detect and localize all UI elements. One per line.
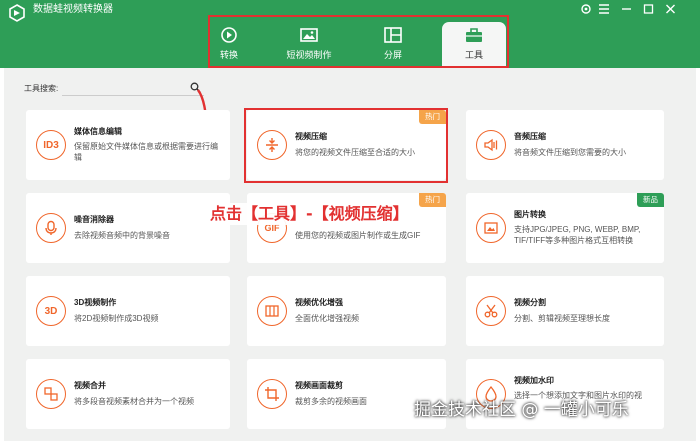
search-label: 工具搜索:: [24, 84, 59, 93]
tool-desc: 将多段音视频素材合并为一个视频: [74, 397, 194, 406]
menu-button[interactable]: [596, 2, 612, 16]
crop-icon: [257, 379, 287, 409]
menu-icon: [599, 4, 609, 14]
tool-title: 噪音消除器: [74, 215, 114, 224]
tool-card-media-info[interactable]: ID3 媒体信息编辑 保留原始文件媒体信息或根据需要进行编辑: [26, 110, 230, 180]
tool-title: 视频加水印: [514, 376, 554, 385]
tool-desc: 全面优化增强视频: [295, 314, 359, 323]
close-window-button[interactable]: [662, 2, 678, 16]
tab-label: 工具: [464, 50, 483, 60]
3d-icon: 3D: [36, 296, 66, 326]
close-icon: [665, 4, 675, 14]
tool-title: 视频分割: [514, 298, 546, 307]
tool-title: 视频画面裁剪: [295, 381, 343, 390]
merge-icon: [36, 379, 66, 409]
tool-card-video-compress[interactable]: 视频压缩 将您的视频文件压缩至合适的大小 热门: [247, 110, 446, 180]
minimize-icon: [621, 8, 631, 10]
settings-icon: [581, 4, 591, 14]
tool-title: 3D视频制作: [74, 298, 117, 307]
app-logo-icon: [9, 4, 25, 22]
convert-icon: [221, 27, 237, 43]
maximize-window-button[interactable]: [640, 2, 656, 16]
hot-badge: 热门: [419, 193, 446, 207]
tool-card-audio-compress[interactable]: 音频压缩 将音频文件压缩到您需要的大小: [466, 110, 664, 180]
title-bar: 数据蛙视频转换器 转换 短视频制作 分屏 工具: [0, 0, 700, 68]
maximize-icon: [643, 4, 653, 14]
tool-desc: 将音频文件压缩到您需要的大小: [514, 148, 626, 157]
tab-split-screen[interactable]: 分屏: [372, 22, 414, 66]
instruction-annotation: 点击【工具】-【视频压缩】: [207, 203, 412, 225]
tool-card-video-enhance[interactable]: 视频优化增强 全面优化增强视频: [247, 276, 446, 346]
tool-title: 音频压缩: [514, 132, 546, 141]
tab-convert[interactable]: 转换: [210, 22, 248, 66]
tool-title: 图片转换: [514, 210, 546, 219]
minimize-window-button[interactable]: [618, 2, 634, 16]
tool-title: 媒体信息编辑: [74, 127, 122, 136]
tool-card-video-merge[interactable]: 视频合并 将多段音视频素材合并为一个视频: [26, 359, 230, 429]
settings-button[interactable]: [578, 2, 594, 16]
tool-desc: 将2D视频制作成3D视频: [74, 314, 159, 323]
tab-short-video[interactable]: 短视频制作: [278, 22, 340, 66]
tab-label: 转换: [219, 50, 238, 60]
tool-card-image-convert[interactable]: 图片转换 支持JPG/JPEG, PNG, WEBP, BMP, TIF/TIF…: [466, 193, 664, 263]
tool-card-noise-remover[interactable]: 噪音消除器 去除视频音频中的背景噪音: [26, 193, 230, 263]
tool-desc: 保留原始文件媒体信息或根据需要进行编辑: [74, 142, 218, 162]
toolbox-icon: [466, 28, 482, 42]
new-badge: 新品: [637, 193, 664, 207]
search-field[interactable]: [62, 86, 204, 99]
tool-desc: 分割、剪辑视频至理想长度: [514, 314, 610, 323]
tool-title: 视频合并: [74, 381, 106, 390]
tool-card-video-split[interactable]: 视频分割 分割、剪辑视频至理想长度: [466, 276, 664, 346]
tool-card-3d-video[interactable]: 3D 3D视频制作 将2D视频制作成3D视频: [26, 276, 230, 346]
enhance-icon: [257, 296, 287, 326]
tool-desc: 使用您的视频或图片制作或生成GIF: [295, 231, 421, 240]
scissors-icon: [476, 296, 506, 326]
search-input[interactable]: [62, 82, 204, 99]
id3-icon: ID3: [36, 130, 66, 160]
tab-tools[interactable]: 工具: [442, 22, 506, 66]
image-icon: [300, 28, 318, 42]
tool-title: 视频优化增强: [295, 298, 343, 307]
hot-badge: 热门: [419, 110, 446, 124]
tool-desc: 去除视频音频中的背景噪音: [74, 231, 170, 240]
compress-icon: [257, 130, 287, 160]
noise-icon: [36, 213, 66, 243]
audio-compress-icon: [476, 130, 506, 160]
tool-title: 视频压缩: [295, 132, 327, 141]
app-title: 数据蛙视频转换器: [33, 4, 113, 15]
tab-label: 分屏: [383, 50, 402, 60]
tool-desc: 支持JPG/JPEG, PNG, WEBP, BMP, TIF/TIFF等多种图…: [514, 225, 641, 245]
image-convert-icon: [476, 213, 506, 243]
tab-label: 短视频制作: [286, 50, 332, 60]
watermark-text: 掘金技术社区 @ 一罐小可乐: [414, 400, 629, 420]
split-screen-icon: [384, 27, 402, 43]
tool-desc: 将您的视频文件压缩至合适的大小: [295, 148, 415, 157]
